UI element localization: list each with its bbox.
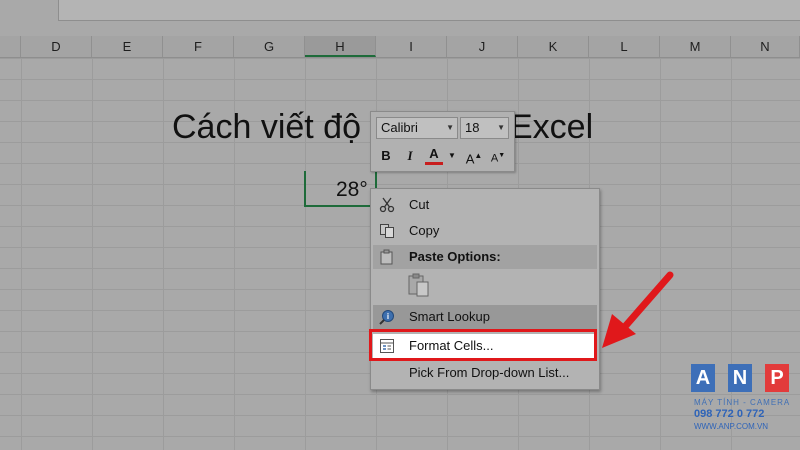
font-name-value: Calibri [381,120,418,135]
paste-options-label: Paste Options: [409,249,501,264]
sheet-title-left: Cách viết độ [172,108,361,146]
italic-button[interactable]: I [401,146,419,166]
menu-item-cut-label: Cut [409,197,430,212]
menu-item-copy[interactable]: Copy [373,219,597,243]
font-size-value: 18 [465,120,480,135]
menu-item-copy-label: Copy [409,223,440,238]
menu-item-pick-list[interactable]: Pick From Drop-down List... [373,361,597,385]
caret-up-icon: ▲ [474,151,483,160]
caret-down-icon: ▼ [498,152,506,159]
font-color-button[interactable]: A [425,146,443,165]
menu-item-smart-lookup-label: Smart Lookup [409,309,490,324]
menu-item-cut[interactable]: Cut [373,193,597,217]
font-name-dropdown[interactable]: Calibri ▼ [376,117,458,139]
logo-letter-n: N [728,364,752,392]
logo-letter-p: P [765,364,789,392]
mini-toolbar: Calibri ▼ 18 ▼ B I A ▼ A▲ A▼ [370,111,515,172]
cell-value: 28° [336,178,368,201]
column-header-row: D E F G H I J K L M N [0,36,800,58]
column-header-f[interactable]: F [163,36,234,57]
column-header-g[interactable]: G [234,36,305,57]
chevron-down-icon: ▼ [497,123,505,132]
shrink-font-button[interactable]: A▼ [489,146,507,166]
paste-button[interactable] [407,273,431,297]
menu-item-smart-lookup[interactable]: i Smart Lookup [373,305,597,329]
anp-logo: A N P MÁY TÍNH - CAMERA 098 772 0 772 WW… [688,364,800,450]
column-header-i[interactable]: I [376,36,447,57]
logo-phone: 098 772 0 772 [694,408,765,420]
arrow-icon [602,271,674,348]
column-header-k[interactable]: K [518,36,589,57]
chevron-down-icon[interactable]: ▼ [447,146,457,166]
chevron-down-icon: ▼ [446,123,454,132]
column-header-e[interactable]: E [92,36,163,57]
select-all-corner[interactable] [0,36,21,57]
sheet-title-right: Excel [510,108,594,146]
format-cells-highlight-box [369,329,597,361]
font-size-dropdown[interactable]: 18 ▼ [460,117,509,139]
bold-button[interactable]: B [377,146,395,166]
column-header-n[interactable]: N [731,36,800,57]
copy-icon [380,224,394,238]
grow-font-button[interactable]: A▲ [465,146,483,166]
paste-icon [408,273,429,297]
smart-lookup-icon: i [379,310,394,325]
formula-input[interactable] [58,0,800,21]
formula-bar-area [0,0,800,36]
column-header-m[interactable]: M [660,36,731,57]
svg-text:i: i [387,312,389,321]
column-header-h[interactable]: H [305,36,376,57]
logo-website: WWW.ANP.COM.VN [694,422,769,431]
paste-options-header: Paste Options: [373,245,597,269]
clipboard-icon [380,249,393,265]
scissors-icon [379,197,395,213]
menu-item-pick-list-label: Pick From Drop-down List... [409,365,570,380]
logo-letter-a: A [691,364,715,392]
column-header-l[interactable]: L [589,36,660,57]
column-header-d[interactable]: D [21,36,92,57]
column-header-j[interactable]: J [447,36,518,57]
logo-tagline: MÁY TÍNH - CAMERA [694,398,791,407]
